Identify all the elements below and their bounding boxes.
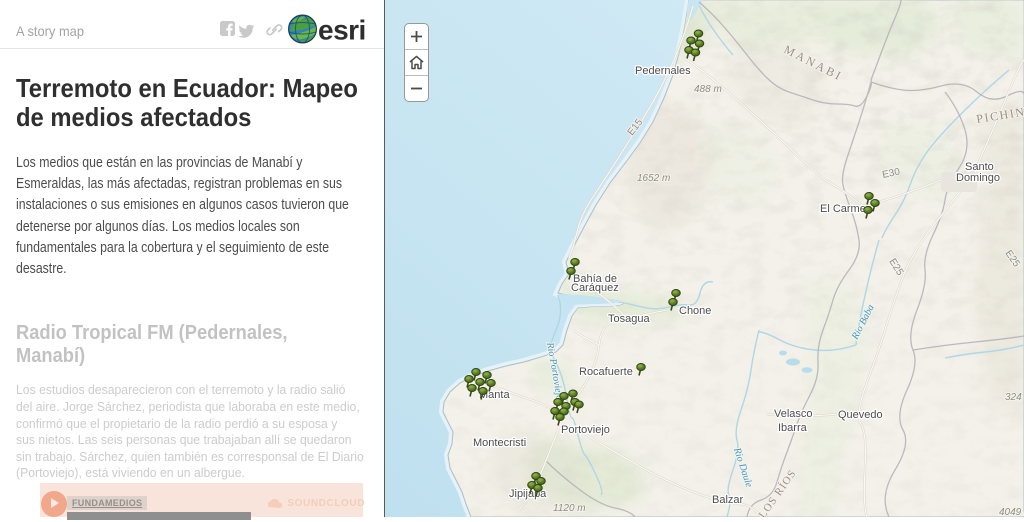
svg-text:Tosagua: Tosagua <box>608 313 650 325</box>
svg-text:Ibarra: Ibarra <box>778 422 808 434</box>
svg-text:Caráquez: Caráquez <box>571 282 619 294</box>
svg-text:488 m: 488 m <box>694 84 722 95</box>
svg-text:1120 m: 1120 m <box>553 503 586 514</box>
svg-text:Balzar: Balzar <box>712 494 744 506</box>
svg-text:4049 m: 4049 m <box>999 507 1024 517</box>
svg-text:Rocafuerte: Rocafuerte <box>579 366 633 378</box>
svg-text:Velasco: Velasco <box>774 408 813 420</box>
svg-text:1652 m: 1652 m <box>637 173 670 184</box>
svg-text:Portoviejo: Portoviejo <box>561 424 610 436</box>
svg-text:Montecristi: Montecristi <box>473 437 526 449</box>
svg-text:Pedernales: Pedernales <box>635 65 691 77</box>
svg-text:Chone: Chone <box>679 305 711 317</box>
svg-text:324: 324 <box>1005 392 1022 403</box>
svg-text:Domingo: Domingo <box>956 172 1000 184</box>
svg-text:Quevedo: Quevedo <box>838 409 883 421</box>
svg-text:esri: esri <box>318 15 366 46</box>
